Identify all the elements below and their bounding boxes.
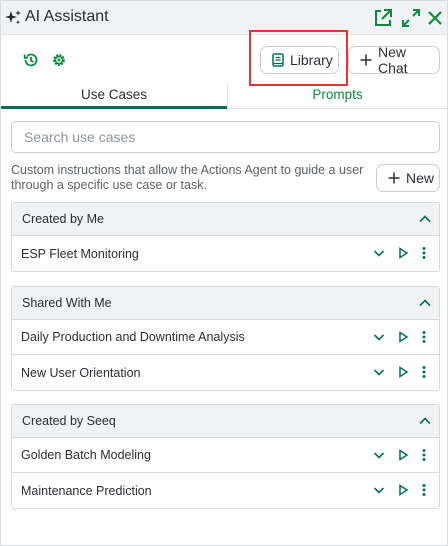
play-icon[interactable] (396, 483, 410, 497)
play-icon[interactable] (396, 448, 410, 462)
chevron-up-icon[interactable] (417, 211, 433, 227)
list-item[interactable]: ESP Fleet Monitoring (12, 236, 439, 271)
section-title: Created by Me (22, 212, 104, 226)
gear-icon[interactable] (50, 51, 68, 69)
search-input[interactable] (11, 121, 440, 153)
section-created-by-me: Created by Me ESP Fleet Monitoring (11, 202, 440, 272)
play-icon[interactable] (396, 365, 410, 379)
chevron-up-icon[interactable] (417, 295, 433, 311)
plus-icon (387, 171, 401, 185)
new-chat-label: New Chat (378, 44, 408, 76)
section-title: Created by Seeq (22, 414, 116, 428)
tab-bar: Use Cases Prompts (1, 84, 447, 109)
section-header[interactable]: Created by Me (12, 203, 439, 236)
ai-assistant-panel: AI Assistant Library New Chat Use Cases … (0, 0, 448, 546)
list-item-label: Golden Batch Modeling (21, 448, 151, 462)
list-item-label: Maintenance Prediction (21, 483, 152, 498)
tab-prompts[interactable]: Prompts (227, 84, 447, 109)
kebab-menu-icon[interactable] (417, 330, 431, 344)
chevron-down-icon[interactable] (372, 448, 386, 462)
expand-icon[interactable] (400, 7, 422, 29)
list-item[interactable]: Daily Production and Downtime Analysis (12, 320, 439, 355)
open-external-icon[interactable] (372, 7, 394, 29)
section-title: Shared With Me (22, 296, 112, 310)
book-icon (271, 53, 285, 67)
list-item-label: Daily Production and Downtime Analysis (21, 330, 245, 344)
kebab-menu-icon[interactable] (417, 448, 431, 462)
history-icon[interactable] (22, 51, 40, 69)
chevron-down-icon[interactable] (372, 483, 386, 497)
section-created-by-seeq: Created by Seeq Golden Batch Modeling Ma… (11, 404, 440, 509)
list-item[interactable]: New User Orientation (12, 355, 439, 390)
section-header[interactable]: Shared With Me (12, 287, 439, 320)
list-item-label: New User Orientation (21, 365, 141, 380)
new-use-case-button[interactable]: New (376, 164, 440, 192)
kebab-menu-icon[interactable] (417, 365, 431, 379)
new-use-case-label: New (406, 170, 435, 186)
chevron-down-icon[interactable] (372, 330, 386, 344)
sparkle-icon (4, 9, 22, 27)
tab-use-cases[interactable]: Use Cases (1, 84, 227, 109)
use-cases-description: Custom instructions that allow the Actio… (11, 163, 364, 192)
title-bar: AI Assistant (1, 1, 447, 35)
library-button[interactable]: Library (260, 46, 339, 74)
section-header[interactable]: Created by Seeq (12, 405, 439, 438)
list-item[interactable]: Maintenance Prediction (12, 473, 439, 508)
kebab-menu-icon[interactable] (417, 246, 431, 260)
plus-icon (359, 53, 373, 67)
panel-title: AI Assistant (25, 8, 109, 25)
play-icon[interactable] (396, 330, 410, 344)
section-shared-with-me: Shared With Me Daily Production and Down… (11, 286, 440, 391)
chevron-down-icon[interactable] (372, 246, 386, 260)
list-item[interactable]: Golden Batch Modeling (12, 438, 439, 473)
library-label: Library (290, 52, 333, 68)
play-icon[interactable] (396, 246, 410, 260)
list-item-label: ESP Fleet Monitoring (21, 246, 139, 261)
kebab-menu-icon[interactable] (417, 483, 431, 497)
close-icon[interactable] (424, 7, 446, 29)
new-chat-button[interactable]: New Chat (348, 44, 440, 76)
chevron-up-icon[interactable] (417, 413, 433, 429)
chevron-down-icon[interactable] (372, 365, 386, 379)
